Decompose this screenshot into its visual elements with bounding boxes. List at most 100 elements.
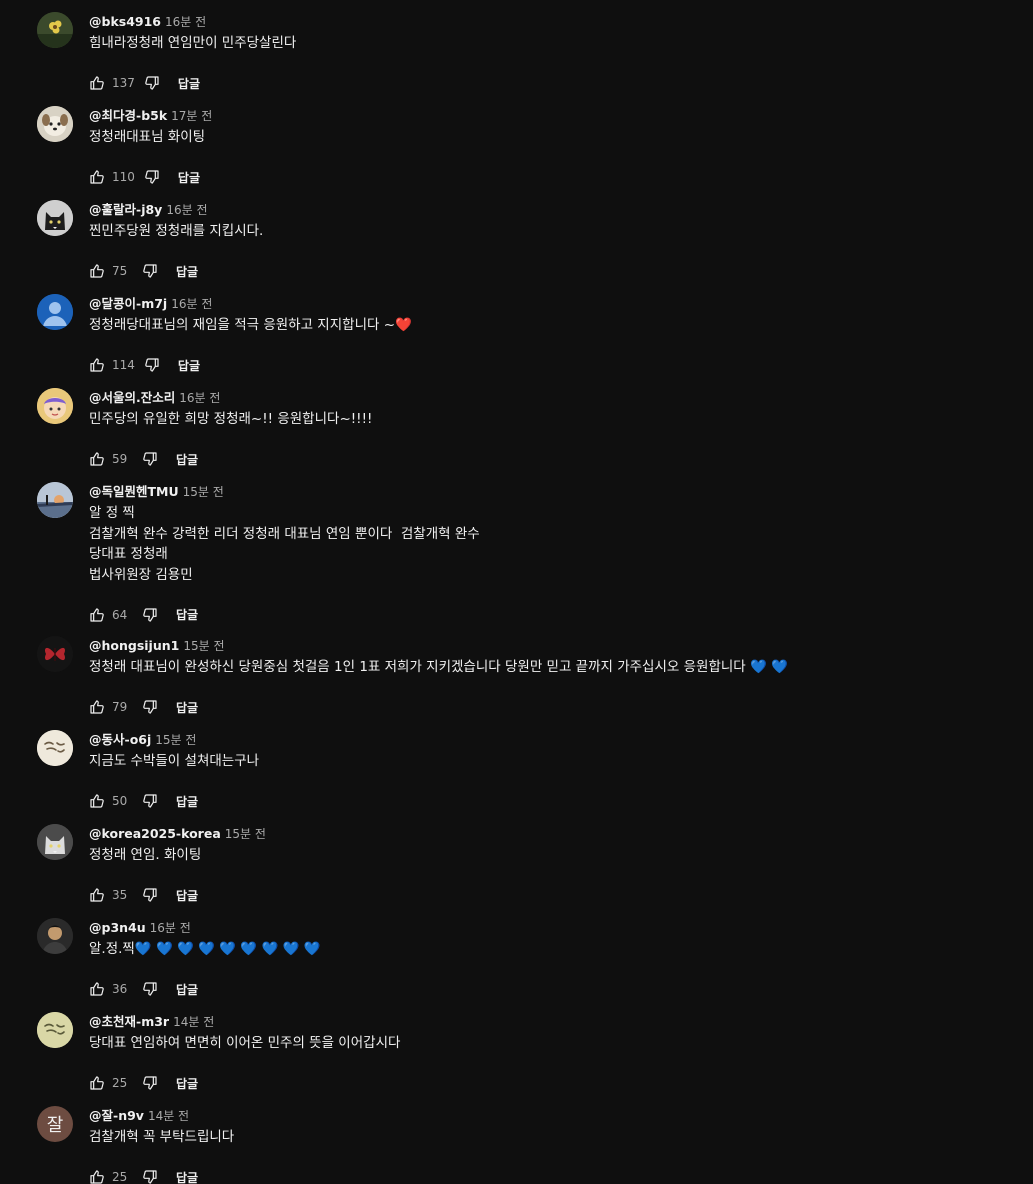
thumbs-down-icon[interactable] (142, 451, 158, 467)
reply-button[interactable]: 답글 (176, 887, 198, 904)
comment-text: 알.정.찍💙 💙 💙 💙 💙 💙 💙 💙 💙 (89, 939, 320, 960)
reply-button[interactable]: 답글 (178, 169, 200, 186)
comments-section: @bks4916 16분 전 힘내라정청래 연임만이 민주당살린다 137 답글 @최다경… (0, 0, 1033, 1184)
cartoon-avatar-icon[interactable] (37, 388, 73, 424)
comment-text-line: 찐민주당원 정청래를 지킵시다. (89, 223, 264, 239)
author-name-link[interactable]: @bks4916 (89, 14, 161, 29)
timestamp-link[interactable]: 15분 전 (183, 485, 224, 499)
thumbs-up-icon[interactable] (89, 1169, 105, 1184)
author-name-link[interactable]: @동사-o6j (89, 732, 151, 747)
letter-avatar-icon[interactable]: 잘 (37, 1106, 73, 1142)
author-name-link[interactable]: @서울의.잔소리 (89, 390, 175, 405)
thumbs-up-icon[interactable] (89, 607, 105, 623)
timestamp-link[interactable]: 16분 전 (165, 15, 206, 29)
thumbs-down-icon[interactable] (142, 607, 158, 623)
reply-button[interactable]: 답글 (176, 1075, 198, 1092)
thumbs-down-icon[interactable] (142, 793, 158, 809)
author-name-link[interactable]: @독일뭔헨TMU (89, 484, 179, 499)
comment-header: @hongsijun1 15분 전 (89, 636, 225, 654)
comment-text-line: 정청래당대표님의 재임을 적극 응원하고 지지합니다 ~❤️ (89, 317, 412, 333)
comment-text-line: 알.정.찍💙 💙 💙 💙 💙 💙 💙 💙 💙 (89, 941, 321, 957)
thumbs-up-icon[interactable] (89, 887, 105, 903)
portrait-avatar-icon[interactable] (37, 918, 73, 954)
thumbs-up-icon[interactable] (89, 981, 105, 997)
comment-actions: 110 답글 (89, 167, 200, 187)
comment-text: 정청래 연임. 화이팅 (89, 845, 201, 866)
author-name-link[interactable]: @p3n4u (89, 920, 146, 935)
thumbs-down-icon[interactable] (142, 1075, 158, 1091)
cat-avatar-icon[interactable] (37, 824, 73, 860)
comment-actions: 50 답글 (89, 791, 198, 811)
timestamp-link[interactable]: 17분 전 (171, 109, 212, 123)
thumbs-down-icon[interactable] (144, 357, 160, 373)
sunset-avatar-icon[interactable] (37, 482, 73, 518)
like-count: 64 (112, 607, 128, 622)
comment-header: @bks4916 16분 전 (89, 12, 206, 30)
timestamp-link[interactable]: 16분 전 (179, 391, 220, 405)
author-name-link[interactable]: @잘-n9v (89, 1108, 144, 1123)
thumbs-down-icon[interactable] (142, 699, 158, 715)
thumbs-down-icon[interactable] (142, 1169, 158, 1184)
thumbs-up-icon[interactable] (89, 357, 105, 373)
thumbs-up-icon[interactable] (89, 263, 105, 279)
comment-header: @잘-n9v 14분 전 (89, 1106, 189, 1124)
timestamp-link[interactable]: 14분 전 (173, 1015, 214, 1029)
timestamp-link[interactable]: 16분 전 (150, 921, 191, 935)
thumbs-down-icon[interactable] (144, 75, 160, 91)
like-count: 79 (112, 700, 128, 714)
reply-button[interactable]: 답글 (178, 75, 200, 92)
author-name-link[interactable]: @훌랄라-j8y (89, 202, 162, 217)
calligraphy-avatar-icon[interactable] (37, 730, 73, 766)
comment-header: @서울의.잔소리 16분 전 (89, 388, 220, 406)
comment-text-line: 당대표 연임하여 면면히 이어온 민주의 뜻을 이어갑시다 (89, 1035, 401, 1051)
thumbs-up-icon[interactable] (89, 699, 105, 715)
thumbs-down-icon[interactable] (144, 169, 160, 185)
calligraphy-avatar-icon[interactable] (37, 1012, 73, 1048)
thumbs-down-icon[interactable] (142, 981, 158, 997)
like-count: 25 (112, 1076, 128, 1090)
comment-text-line: 검찰개혁 꼭 부탁드립니다 (89, 1129, 235, 1145)
comment-text-line: 힘내라정청래 연임만이 민주당살린다 (89, 35, 297, 51)
comment-text: 검찰개혁 꼭 부탁드립니다 (89, 1127, 234, 1148)
reply-button[interactable]: 답글 (176, 981, 198, 998)
comment-actions: 79 답글 (89, 697, 198, 717)
thumbs-up-icon[interactable] (89, 793, 105, 809)
reply-button[interactable]: 답글 (176, 699, 198, 716)
flower-avatar-icon[interactable] (37, 12, 73, 48)
author-name-link[interactable]: @달콩이-m7j (89, 296, 167, 311)
cat-avatar-icon[interactable] (37, 200, 73, 236)
thumbs-down-icon[interactable] (142, 263, 158, 279)
thumbs-up-icon[interactable] (89, 75, 105, 91)
comment-text-line: 당대표 정청래 (89, 546, 168, 562)
author-name-link[interactable]: @최다경-b5k (89, 108, 167, 123)
timestamp-link[interactable]: 15분 전 (183, 639, 224, 653)
dog-avatar-icon[interactable] (37, 106, 73, 142)
comment-text-line: 정청래 연임. 화이팅 (89, 847, 202, 863)
thumbs-up-icon[interactable] (89, 1075, 105, 1091)
reply-button[interactable]: 답글 (176, 1169, 198, 1184)
thumbs-down-icon[interactable] (142, 887, 158, 903)
timestamp-link[interactable]: 16분 전 (166, 203, 207, 217)
timestamp-link[interactable]: 14분 전 (148, 1109, 189, 1123)
reply-button[interactable]: 답글 (176, 793, 198, 810)
thumbs-up-icon[interactable] (89, 451, 105, 467)
comment-header: @훌랄라-j8y 16분 전 (89, 200, 208, 218)
author-name-link[interactable]: @hongsijun1 (89, 638, 179, 653)
butterfly-avatar-icon[interactable] (37, 636, 73, 672)
comment-actions: 75 답글 (89, 261, 198, 281)
timestamp-link[interactable]: 15분 전 (155, 733, 196, 747)
timestamp-link[interactable]: 15분 전 (225, 827, 266, 841)
default-user-avatar-icon[interactable] (37, 294, 73, 330)
reply-button[interactable]: 답글 (178, 357, 200, 374)
reply-button[interactable]: 답글 (176, 606, 198, 623)
comment-text-line: 지금도 수박들이 설쳐대는구나 (89, 753, 260, 769)
author-name-link[interactable]: @초천재-m3r (89, 1014, 169, 1029)
comment-text-line: 정청래 대표님이 완성하신 당원중심 첫걸음 1인 1표 저희가 지키겠습니다 … (89, 659, 788, 675)
reply-button[interactable]: 답글 (176, 263, 198, 280)
timestamp-link[interactable]: 16분 전 (171, 297, 212, 311)
author-name-link[interactable]: @korea2025-korea (89, 826, 221, 841)
comment-text: 정청래 대표님이 완성하신 당원중심 첫걸음 1인 1표 저희가 지키겠습니다 … (89, 657, 788, 678)
comment-actions: 137 답글 (89, 73, 200, 93)
thumbs-up-icon[interactable] (89, 169, 105, 185)
reply-button[interactable]: 답글 (176, 451, 198, 468)
